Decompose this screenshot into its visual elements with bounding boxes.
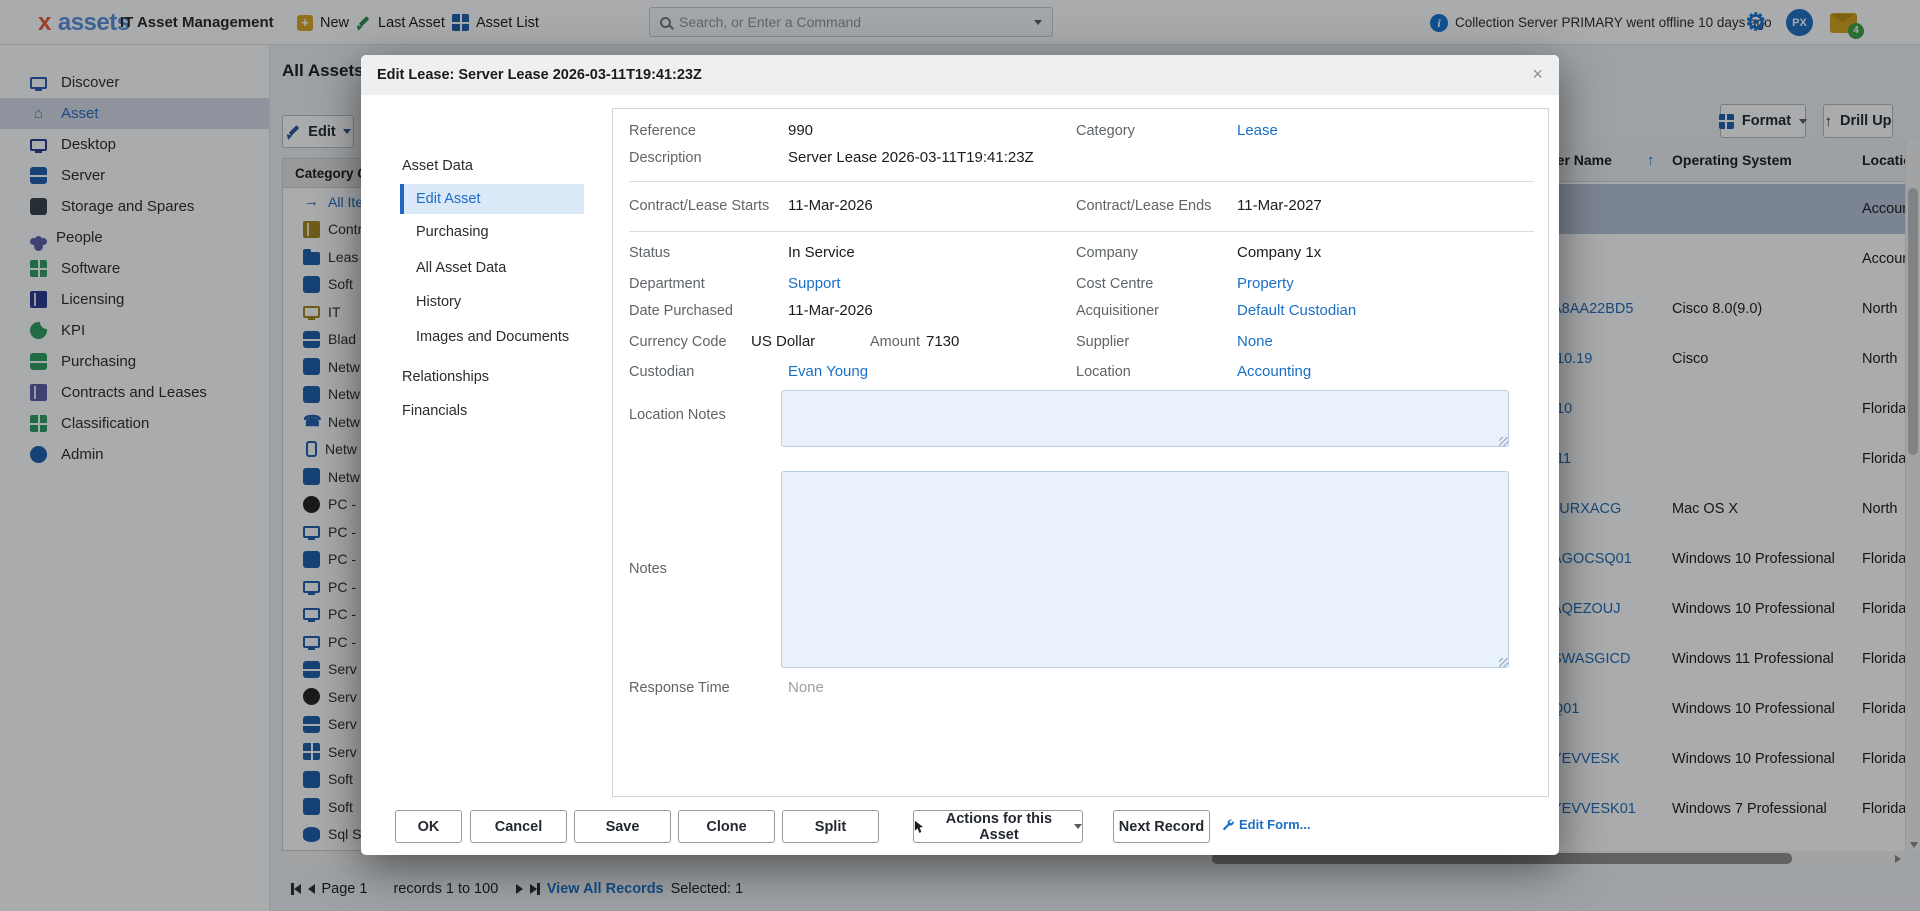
field-label: Amount <box>870 334 920 350</box>
next-record-button[interactable]: Next Record <box>1113 810 1210 843</box>
nav-item-purchasing[interactable]: Purchasing <box>416 218 489 246</box>
dialog-title: Edit Lease: Server Lease 2026-03-11T19:4… <box>361 55 1559 95</box>
field-label: Contract/Lease Ends <box>1076 198 1211 214</box>
nav-section-asset-data: Asset Data <box>402 152 473 180</box>
acquisitioner-link[interactable]: Default Custodian <box>1237 302 1356 319</box>
resize-handle[interactable] <box>1499 658 1508 667</box>
amount-value: 7130 <box>926 333 959 350</box>
wrench-icon <box>1221 818 1234 831</box>
field-label: Notes <box>629 561 667 577</box>
nav-item-edit-asset[interactable]: Edit Asset <box>400 184 584 214</box>
chevron-down-icon <box>1074 824 1082 829</box>
clone-button[interactable]: Clone <box>678 810 775 843</box>
field-label: Response Time <box>629 680 730 696</box>
notes-textarea[interactable] <box>781 471 1509 668</box>
field-label: Cost Centre <box>1076 276 1153 292</box>
nav-item-history[interactable]: History <box>416 288 461 316</box>
nav-section-relationships[interactable]: Relationships <box>402 363 489 391</box>
nav-section-financials[interactable]: Financials <box>402 397 467 425</box>
cost-centre-link[interactable]: Property <box>1237 275 1294 292</box>
supplier-link[interactable]: None <box>1237 333 1273 350</box>
location-notes-textarea[interactable] <box>781 390 1509 447</box>
category-link[interactable]: Lease <box>1237 122 1278 139</box>
divider <box>629 231 1534 232</box>
dialog-nav: Asset Data Edit Asset Purchasing All Ass… <box>361 95 611 855</box>
reference-value: 990 <box>788 122 813 139</box>
contract-ends-value: 11-Mar-2027 <box>1237 197 1322 214</box>
field-label: Acquisitioner <box>1076 303 1159 319</box>
currency-code-value: US Dollar <box>751 333 815 350</box>
cancel-button[interactable]: Cancel <box>470 810 567 843</box>
save-button[interactable]: Save <box>574 810 671 843</box>
field-label: Supplier <box>1076 334 1129 350</box>
field-label: Department <box>629 276 705 292</box>
actions-for-asset-button[interactable]: Actions for this Asset <box>913 810 1083 843</box>
contract-starts-value: 11-Mar-2026 <box>788 197 873 214</box>
field-label: Currency Code <box>629 334 727 350</box>
company-value: Company 1x <box>1237 244 1321 261</box>
field-label: Contract/Lease Starts <box>629 198 769 214</box>
date-purchased-value: 11-Mar-2026 <box>788 302 873 319</box>
custodian-link[interactable]: Evan Young <box>788 363 868 380</box>
edit-form-link[interactable]: Edit Form... <box>1221 817 1311 832</box>
nav-item-images-and-documents[interactable]: Images and Documents <box>416 323 569 351</box>
department-link[interactable]: Support <box>788 275 841 292</box>
status-value: In Service <box>788 244 855 261</box>
location-link[interactable]: Accounting <box>1237 363 1311 380</box>
field-label: Location <box>1076 364 1131 380</box>
field-label: Date Purchased <box>629 303 733 319</box>
field-label: Status <box>629 245 670 261</box>
field-label: Description <box>629 150 702 166</box>
description-value: Server Lease 2026-03-11T19:41:23Z <box>788 149 1034 166</box>
field-label: Category <box>1076 123 1135 139</box>
field-label: Reference <box>629 123 696 139</box>
edit-lease-dialog: Edit Lease: Server Lease 2026-03-11T19:4… <box>361 55 1559 855</box>
divider <box>629 181 1534 182</box>
resize-handle[interactable] <box>1499 437 1508 446</box>
ok-button[interactable]: OK <box>395 810 462 843</box>
close-icon[interactable]: × <box>1532 65 1543 83</box>
nav-item-all-asset-data[interactable]: All Asset Data <box>416 254 506 282</box>
edit-asset-form: Reference 990 Category Lease Description… <box>612 108 1549 797</box>
field-label: Location Notes <box>629 407 726 423</box>
response-time-value: None <box>788 679 824 696</box>
split-button[interactable]: Split <box>782 810 879 843</box>
field-label: Custodian <box>629 364 694 380</box>
field-label: Company <box>1076 245 1138 261</box>
cursor-icon <box>914 820 924 834</box>
